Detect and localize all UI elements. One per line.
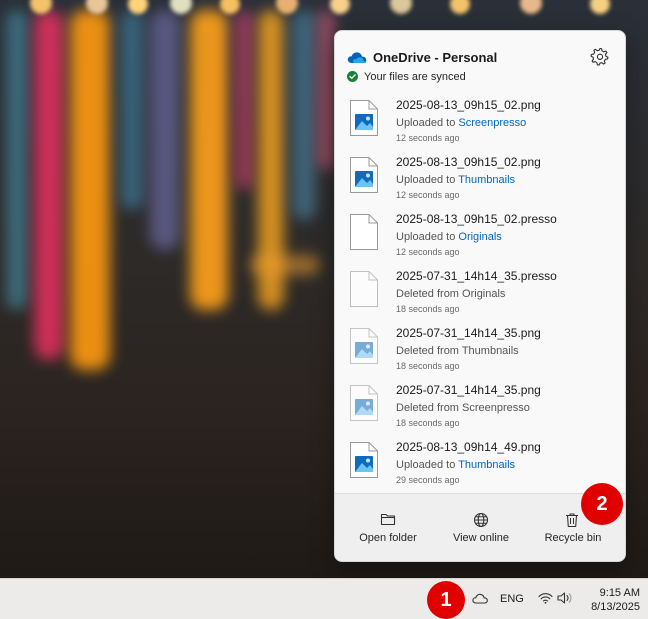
folder-icon [380,513,396,526]
clock-datetime[interactable]: 9:15 AM 8/13/2025 [580,586,640,614]
image-file-icon [350,442,378,478]
image-file-icon [350,157,378,193]
annotation-marker-1: 1 [427,581,465,619]
image-file-icon [350,328,378,364]
file-timestamp: 18 seconds ago [396,304,460,314]
open-folder-label: Open folder [359,532,417,544]
file-timestamp: 18 seconds ago [396,361,460,371]
file-name: 2025-07-31_14h14_35.png [396,383,541,397]
destination-folder-link[interactable]: Thumbnails [458,174,515,186]
flyout-header: OneDrive - Personal Your files are synce… [335,31,625,91]
open-folder-button[interactable]: Open folder [340,494,436,561]
file-activity-row[interactable]: 2025-08-13_09h15_02.presso Uploaded to O… [335,209,625,266]
destination-folder-link[interactable]: Originals [458,231,501,243]
file-name: 2025-08-13_09h15_02.png [396,98,541,112]
file-action: Uploaded to Thumbnails [396,174,516,186]
clock-time: 9:15 AM [599,587,640,599]
file-action: Deleted from Thumbnails [396,345,519,357]
taskbar: ENG 9:15 AM 8/13/2025 [0,578,648,619]
file-name: 2025-07-31_14h14_35.png [396,326,541,340]
settings-gear-icon[interactable] [590,47,610,67]
onedrive-flyout: OneDrive - Personal Your files are synce… [334,30,626,562]
synced-check-icon [347,71,358,82]
trash-icon [566,513,578,528]
file-activity-row[interactable]: 2025-07-31_14h14_35.png Deleted from Thu… [335,323,625,380]
file-timestamp: 18 seconds ago [396,418,460,428]
file-action: Deleted from Originals [396,288,506,300]
input-language-indicator[interactable]: ENG [500,593,524,605]
onedrive-tray-icon[interactable] [472,593,488,604]
view-online-label: View online [452,532,510,544]
file-action: Uploaded to Screenpresso [396,117,527,129]
file-activity-row[interactable]: 2025-08-13_09h14_49.png Uploaded to Thum… [335,437,625,494]
file-activity-row[interactable]: 2025-08-13_09h15_02.png Uploaded to Scre… [335,95,625,152]
image-file-icon [350,385,378,421]
file-action: Uploaded to Originals [396,231,502,243]
clock-date: 8/13/2025 [591,601,640,613]
file-name: 2025-07-31_14h14_35.presso [396,269,557,283]
destination-folder-link[interactable]: Thumbnails [458,459,515,471]
file-action: Uploaded to Thumbnails [396,459,516,471]
image-file-icon [350,100,378,136]
wifi-icon[interactable] [538,592,553,604]
file-name: 2025-08-13_09h15_02.png [396,155,541,169]
file-timestamp: 29 seconds ago [396,475,460,485]
globe-icon [473,512,489,528]
blank-file-icon [350,214,378,250]
view-online-button[interactable]: View online [433,494,529,561]
volume-icon[interactable] [557,592,573,604]
file-timestamp: 12 seconds ago [396,133,460,143]
file-activity-row[interactable]: 2025-08-13_09h15_02.png Uploaded to Thum… [335,152,625,209]
annotation-marker-2: 2 [581,483,623,525]
recycle-bin-label: Recycle bin [544,532,602,544]
flyout-title: OneDrive - Personal [373,50,498,65]
file-timestamp: 12 seconds ago [396,247,460,257]
blank-file-icon [350,271,378,307]
file-name: 2025-08-13_09h14_49.png [396,440,541,454]
onedrive-cloud-icon [347,52,367,63]
file-timestamp: 12 seconds ago [396,190,460,200]
file-activity-row[interactable]: 2025-07-31_14h14_35.presso Deleted from … [335,266,625,323]
file-action: Deleted from Screenpresso [396,402,530,414]
file-activity-row[interactable]: 2025-07-31_14h14_35.png Deleted from Scr… [335,380,625,437]
sync-status-text: Your files are synced [364,71,466,83]
destination-folder-link[interactable]: Screenpresso [458,117,526,129]
file-name: 2025-08-13_09h15_02.presso [396,212,557,226]
